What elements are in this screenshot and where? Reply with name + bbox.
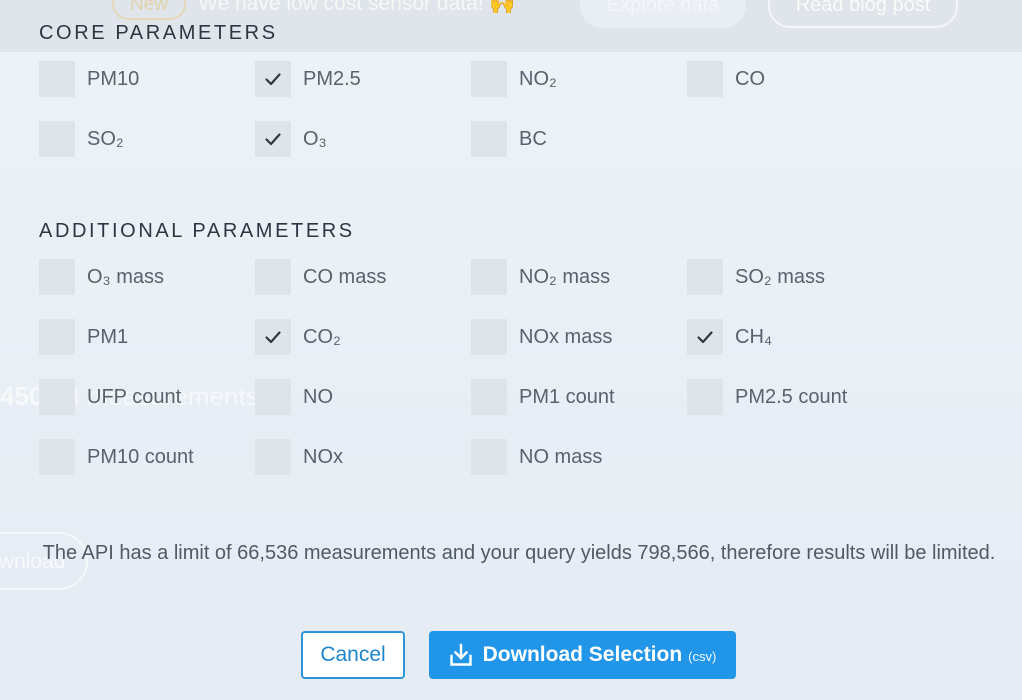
check-icon	[265, 331, 281, 344]
download-modal: CORE PARAMETERS PM10 PM2.5 NO₂ CO SO₂ O₃…	[0, 0, 1022, 700]
param-label: PM10 count	[87, 445, 194, 468]
param-pm1-count[interactable]: PM1 count	[471, 379, 615, 415]
check-icon	[697, 331, 713, 344]
param-pm25[interactable]: PM2.5	[255, 61, 361, 97]
param-label: CO	[735, 67, 765, 90]
checkbox[interactable]	[255, 379, 291, 415]
param-label: NOx mass	[519, 325, 613, 348]
api-limit-notice: The API has a limit of 66,536 measuremen…	[42, 542, 996, 564]
param-label: NO	[303, 385, 333, 408]
checkbox[interactable]	[687, 379, 723, 415]
param-label: NOx	[303, 445, 343, 468]
param-label: NO₂	[519, 67, 557, 90]
checkbox[interactable]	[471, 439, 507, 475]
checkbox-checked[interactable]	[255, 121, 291, 157]
param-so2-mass[interactable]: SO₂ mass	[687, 259, 825, 295]
additional-parameters-title: ADDITIONAL PARAMETERS	[39, 220, 355, 242]
checkbox[interactable]	[39, 319, 75, 355]
param-so2[interactable]: SO₂	[39, 121, 124, 157]
param-label: PM1 count	[519, 385, 615, 408]
checkbox[interactable]	[39, 379, 75, 415]
param-label: O₃ mass	[87, 265, 165, 288]
param-bc[interactable]: BC	[471, 121, 547, 157]
param-o3-mass[interactable]: O₃ mass	[39, 259, 164, 295]
core-parameters-title: CORE PARAMETERS	[39, 22, 278, 44]
param-label: CO mass	[303, 265, 387, 288]
param-co-mass[interactable]: CO mass	[255, 259, 386, 295]
param-ufp-count[interactable]: UFP count	[39, 379, 181, 415]
param-label: SO₂	[87, 127, 124, 150]
param-pm1[interactable]: PM1	[39, 319, 128, 355]
param-label: CO₂	[303, 325, 341, 348]
param-pm25-count[interactable]: PM2.5 count	[687, 379, 847, 415]
check-icon	[265, 133, 281, 146]
param-nox-mass[interactable]: NOx mass	[471, 319, 612, 355]
checkbox[interactable]	[471, 121, 507, 157]
checkbox-checked[interactable]	[255, 319, 291, 355]
checkbox[interactable]	[471, 61, 507, 97]
param-label: NO mass	[519, 445, 603, 468]
param-label: PM1	[87, 325, 129, 348]
param-no2[interactable]: NO₂	[471, 61, 557, 97]
param-no[interactable]: NO	[255, 379, 333, 415]
checkbox[interactable]	[39, 121, 75, 157]
checkbox[interactable]	[39, 259, 75, 295]
param-label: CH₄	[735, 325, 773, 348]
checkbox[interactable]	[255, 259, 291, 295]
param-label: O₃	[303, 127, 327, 150]
param-nox[interactable]: NOx	[255, 439, 343, 475]
param-co2[interactable]: CO₂	[255, 319, 341, 355]
param-co[interactable]: CO	[687, 61, 765, 97]
checkbox[interactable]	[39, 61, 75, 97]
param-ch4[interactable]: CH₄	[687, 319, 772, 355]
param-no2-mass[interactable]: NO₂ mass	[471, 259, 610, 295]
download-icon	[449, 643, 473, 667]
param-label: SO₂ mass	[735, 265, 825, 288]
param-label: BC	[519, 127, 547, 150]
checkbox[interactable]	[39, 439, 75, 475]
param-pm10-count[interactable]: PM10 count	[39, 439, 194, 475]
param-label: NO₂ mass	[519, 265, 611, 288]
check-icon	[265, 73, 281, 86]
param-o3[interactable]: O₃	[255, 121, 327, 157]
param-label: UFP count	[87, 385, 182, 408]
checkbox[interactable]	[471, 379, 507, 415]
checkbox-checked[interactable]	[255, 61, 291, 97]
param-label: PM2.5	[303, 67, 361, 90]
param-no-mass[interactable]: NO mass	[471, 439, 602, 475]
param-pm10[interactable]: PM10	[39, 61, 139, 97]
param-label: PM2.5 count	[735, 385, 848, 408]
download-selection-label: Download Selection	[482, 643, 683, 666]
download-selection-button[interactable]: Download Selection (csv)	[429, 631, 736, 679]
cancel-button[interactable]: Cancel	[301, 631, 405, 679]
param-label: PM10	[87, 67, 140, 90]
checkbox[interactable]	[255, 439, 291, 475]
checkbox[interactable]	[687, 259, 723, 295]
checkbox-checked[interactable]	[687, 319, 723, 355]
checkbox[interactable]	[471, 259, 507, 295]
checkbox[interactable]	[687, 61, 723, 97]
checkbox[interactable]	[471, 319, 507, 355]
download-format-label: (csv)	[688, 649, 717, 664]
